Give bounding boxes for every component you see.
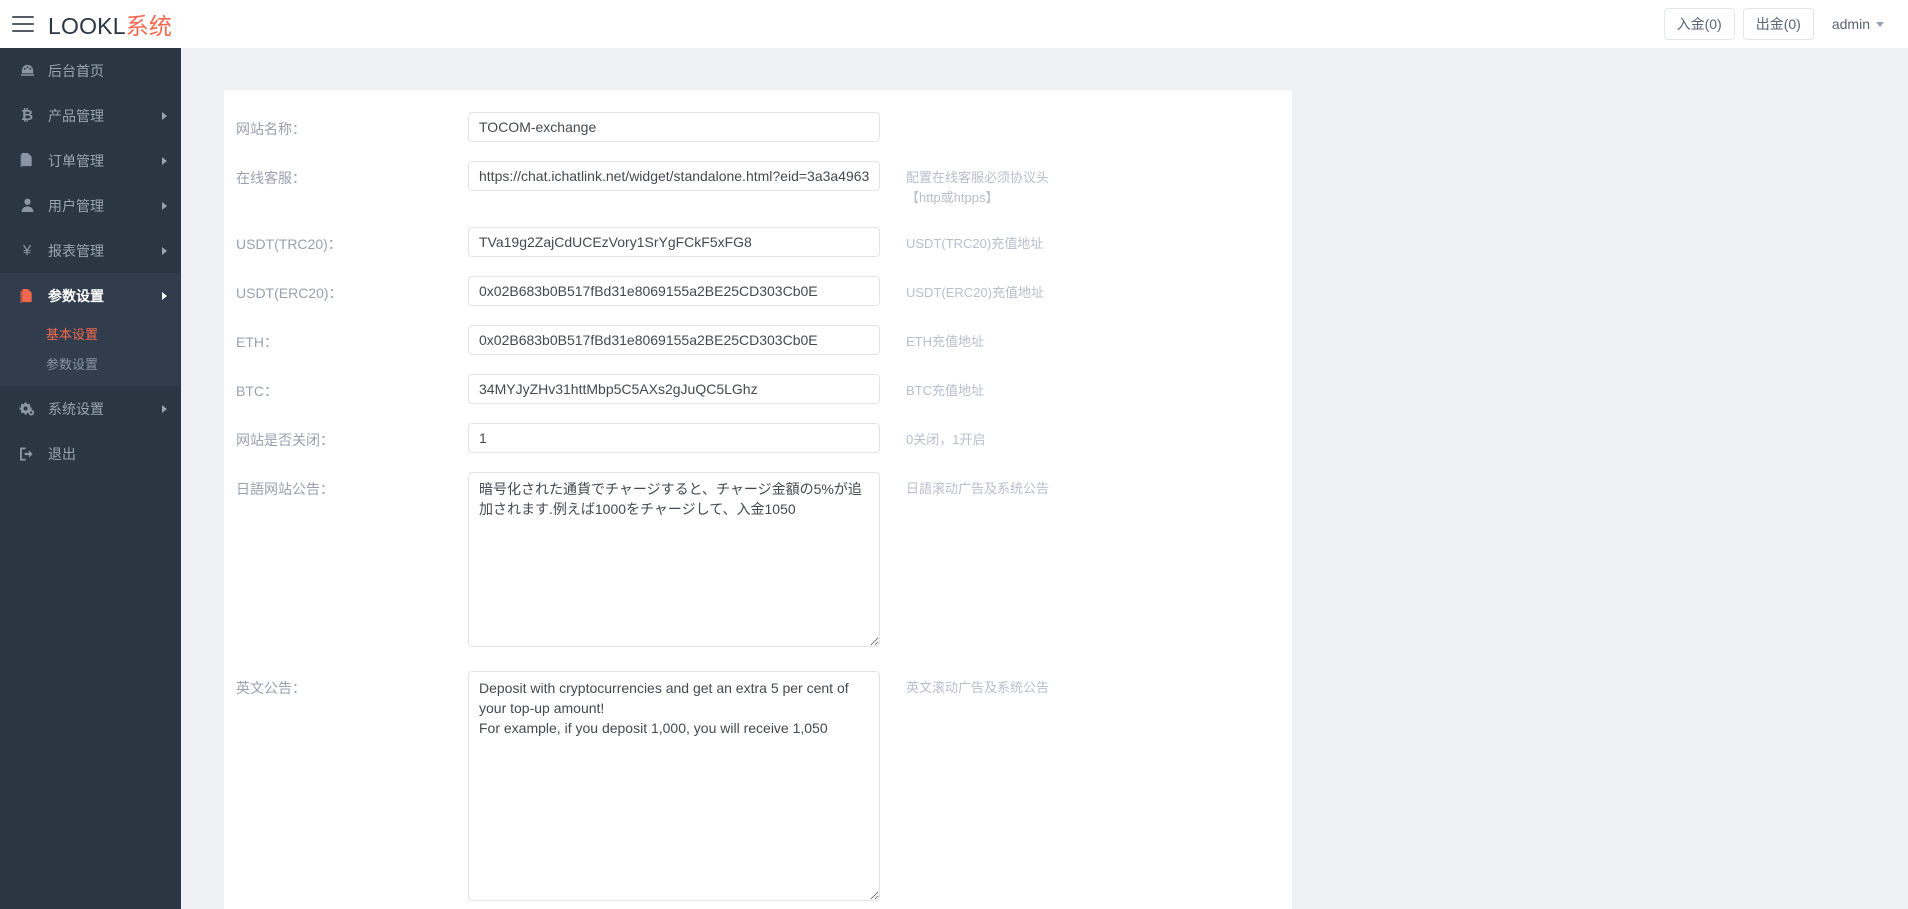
form-row: 日語网站公告： 日語滚动广告及系统公告 — [224, 472, 1292, 652]
sidebar-item-1[interactable]: ₿ 产品管理 — [0, 93, 181, 138]
main-content: 网站名称： 在线客服： 配置在线客服必须协议头【http或htpps】 USDT(TR… — [181, 48, 1908, 909]
dashboard-icon — [16, 63, 38, 78]
form-field-hint: USDT(TRC20)充值地址 — [880, 227, 1043, 254]
form-field-label: BTC： — [224, 374, 468, 401]
chevron-right-icon — [162, 202, 167, 210]
top-bar: LOOKL 系统 入金(0) 出金(0) admin — [0, 0, 1908, 48]
sidebar-item-label: 订单管理 — [48, 151, 162, 171]
sidebar: 后台首页₿产品管理订单管理用户管理¥报表管理参数设置基本设置参数设置系统设置退出 — [0, 48, 181, 909]
input-field-5[interactable] — [468, 374, 880, 404]
sidebar-item-7[interactable]: 退出 — [0, 431, 181, 476]
sidebar-item-label: 产品管理 — [48, 106, 162, 126]
form-row: BTC： BTC充值地址 — [224, 374, 1292, 404]
form-row: 网站是否关闭： 0关闭，1开启 — [224, 423, 1292, 453]
form-field-control — [468, 671, 880, 906]
input-field-4[interactable] — [468, 325, 880, 355]
chevron-right-icon — [162, 405, 167, 413]
logout-icon — [16, 447, 38, 461]
form-field-label: ETH： — [224, 325, 468, 352]
sidebar-item-label: 用户管理 — [48, 196, 162, 216]
form-field-control — [468, 325, 880, 355]
brand-name-cn: 系统 — [126, 7, 172, 41]
sidebar-subitem-label: 基本设置 — [46, 324, 98, 343]
file-icon — [16, 288, 38, 303]
form-row: USDT(TRC20)： USDT(TRC20)充值地址 — [224, 227, 1292, 257]
form-field-hint: 配置在线客服必须协议头【http或htpps】 — [880, 161, 1070, 208]
sidebar-subitem-0[interactable]: 基本设置 — [0, 318, 181, 348]
sidebar-item-label: 报表管理 — [48, 241, 162, 261]
chevron-down-icon — [1876, 22, 1884, 27]
user-menu-label: admin — [1832, 16, 1870, 32]
form-field-hint — [880, 112, 906, 119]
sidebar-subitem-1[interactable]: 参数设置 — [0, 348, 181, 378]
sidebar-item-label: 参数设置 — [48, 286, 162, 306]
form-row: USDT(ERC20)： USDT(ERC20)充值地址 — [224, 276, 1292, 306]
hamburger-icon[interactable] — [12, 16, 34, 32]
sidebar-item-3[interactable]: 用户管理 — [0, 183, 181, 228]
gears-icon — [16, 401, 38, 416]
sidebar-item-4[interactable]: ¥ 报表管理 — [0, 228, 181, 273]
input-field-6[interactable] — [468, 423, 880, 453]
sidebar-item-0[interactable]: 后台首页 — [0, 48, 181, 93]
form-row: 网站名称： — [224, 112, 1292, 142]
form-field-label: USDT(ERC20)： — [224, 276, 468, 303]
sidebar-item-label: 退出 — [48, 444, 167, 464]
chevron-right-icon — [162, 157, 167, 165]
sidebar-item-6[interactable]: 系统设置 — [0, 386, 181, 431]
deposit-button[interactable]: 入金(0) — [1664, 8, 1735, 40]
user-menu[interactable]: admin — [1822, 10, 1894, 38]
sidebar-item-label: 系统设置 — [48, 399, 162, 419]
form-field-control — [468, 227, 880, 257]
brand-name-en: LOOKL — [48, 13, 126, 40]
form-row: 在线客服： 配置在线客服必须协议头【http或htpps】 — [224, 161, 1292, 208]
textarea-field-7[interactable] — [468, 472, 880, 647]
user-icon — [16, 198, 38, 213]
form-field-label: 网站是否关闭： — [224, 423, 468, 450]
chevron-right-icon — [162, 292, 167, 300]
sidebar-subitem-label: 参数设置 — [46, 354, 98, 373]
settings-panel: 网站名称： 在线客服： 配置在线客服必须协议头【http或htpps】 USDT(TR… — [224, 90, 1292, 909]
form-field-hint: ETH充值地址 — [880, 325, 984, 352]
form-field-label: 在线客服： — [224, 161, 468, 188]
chevron-right-icon — [162, 112, 167, 120]
form-field-control — [468, 423, 880, 453]
input-field-3[interactable] — [468, 276, 880, 306]
form-field-label: 网站名称： — [224, 112, 468, 139]
chevron-right-icon — [162, 247, 167, 255]
form-field-control — [468, 112, 880, 142]
form-row: ETH： ETH充值地址 — [224, 325, 1292, 355]
sidebar-item-2[interactable]: 订单管理 — [0, 138, 181, 183]
input-field-0[interactable] — [468, 112, 880, 142]
form-field-label: 日語网站公告： — [224, 472, 468, 499]
input-field-1[interactable] — [468, 161, 880, 191]
form-field-control — [468, 374, 880, 404]
bitcoin-icon: ₿ — [16, 107, 38, 124]
sidebar-item-5[interactable]: 参数设置 — [0, 273, 181, 318]
input-field-2[interactable] — [468, 227, 880, 257]
form-field-control — [468, 472, 880, 652]
basic-settings-form: 网站名称： 在线客服： 配置在线客服必须协议头【http或htpps】 USDT(TR… — [224, 90, 1292, 906]
sidebar-group-params: 参数设置基本设置参数设置 — [0, 273, 181, 386]
form-field-label: USDT(TRC20)： — [224, 227, 468, 254]
form-field-control — [468, 276, 880, 306]
withdraw-button[interactable]: 出金(0) — [1743, 8, 1814, 40]
form-field-hint: 日語滚动广告及系统公告 — [880, 472, 1049, 499]
brand-logo[interactable]: LOOKL 系统 — [48, 7, 172, 41]
form-field-hint: USDT(ERC20)充值地址 — [880, 276, 1044, 303]
form-field-hint: 英文滚动广告及系统公告 — [880, 671, 1049, 698]
top-bar-actions: 入金(0) 出金(0) admin — [1664, 8, 1894, 40]
copy-icon — [16, 153, 38, 168]
form-field-control — [468, 161, 880, 191]
yen-icon: ¥ — [16, 242, 38, 259]
form-row: 英文公告： 英文滚动广告及系统公告 — [224, 671, 1292, 906]
form-field-label: 英文公告： — [224, 671, 468, 698]
textarea-field-8[interactable] — [468, 671, 880, 901]
form-field-hint: 0关闭，1开启 — [880, 423, 985, 450]
form-field-hint: BTC充值地址 — [880, 374, 984, 401]
sidebar-item-label: 后台首页 — [48, 61, 167, 81]
